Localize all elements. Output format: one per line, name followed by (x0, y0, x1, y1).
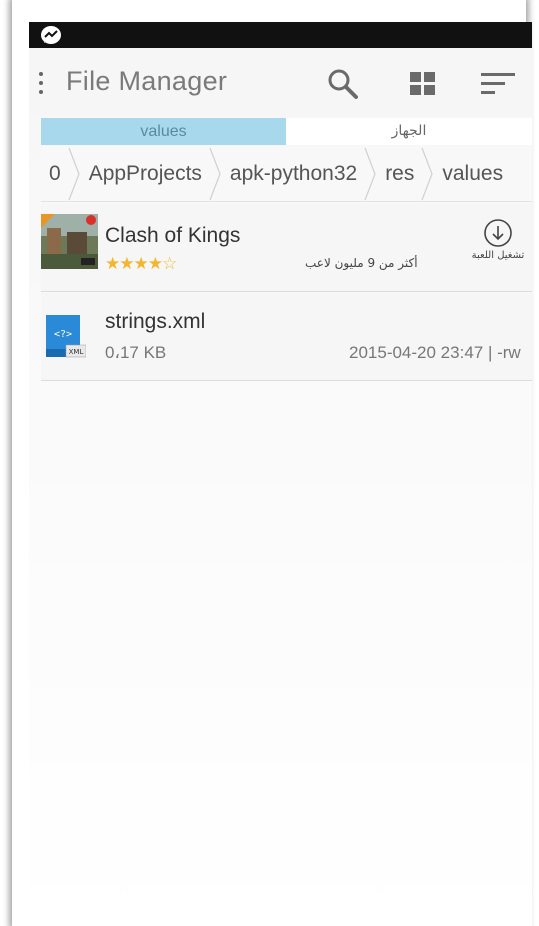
breadcrumb-item-res[interactable]: res (377, 146, 434, 201)
breadcrumb: 0 AppProjects apk-python32 res values (41, 146, 532, 202)
location-tabs: values الجهاز (41, 118, 532, 145)
device-frame: File Manager values الجهاز 0 AppProjects… (12, 0, 532, 926)
rating-stars: ★★★★☆ (105, 254, 177, 274)
tab-values[interactable]: values (41, 118, 286, 145)
svg-text:XML: XML (69, 348, 84, 356)
game-thumbnail (41, 214, 98, 269)
sort-icon[interactable] (481, 66, 517, 102)
file-meta: 2015-04-20 23:47 | -rw (349, 343, 521, 362)
chevron-right-icon (68, 147, 80, 200)
chevron-right-icon (364, 147, 376, 200)
ad-list-item[interactable]: Clash of Kings ★★★★☆ أكثر من 9 مليون لاع… (41, 204, 532, 292)
app-title: File Manager (66, 66, 228, 96)
file-list-item[interactable]: <?> XML strings.xml 0،17 KB 2015-04-20 2… (41, 293, 532, 381)
file-size: 0،17 KB (105, 343, 167, 362)
breadcrumb-item-apk-python32[interactable]: apk-python32 (222, 146, 377, 201)
svg-text:<?>: <?> (54, 329, 72, 340)
breadcrumb-item-values[interactable]: values (434, 146, 509, 201)
breadcrumb-item-root[interactable]: 0 (41, 146, 81, 201)
breadcrumb-label: 0 (49, 161, 61, 185)
search-icon[interactable] (325, 66, 361, 102)
breadcrumb-label: values (442, 161, 504, 185)
file-name: strings.xml (105, 310, 206, 333)
grid-view-icon[interactable] (405, 66, 441, 102)
status-bar (29, 22, 532, 48)
xml-file-icon: <?> XML (46, 315, 86, 358)
play-game-button[interactable]: تشغيل اللعبة (465, 218, 531, 261)
ad-title: Clash of Kings (105, 224, 241, 247)
ad-tagline: أكثر من 9 مليون لاعب (305, 256, 418, 270)
play-game-label: تشغيل اللعبة (471, 250, 525, 261)
breadcrumb-label: AppProjects (88, 161, 202, 185)
chevron-right-icon (209, 147, 221, 200)
phone-screen: File Manager values الجهاز 0 AppProjects… (29, 22, 532, 926)
messenger-icon (41, 26, 61, 44)
breadcrumb-item-appprojects[interactable]: AppProjects (81, 146, 222, 201)
tab-device[interactable]: الجهاز (286, 118, 532, 145)
download-icon (484, 219, 512, 247)
action-bar: File Manager (29, 48, 532, 116)
breadcrumb-label: apk-python32 (229, 161, 358, 185)
chevron-right-icon (421, 147, 434, 200)
overflow-menu-icon[interactable] (37, 72, 45, 94)
breadcrumb-label: res (385, 161, 415, 185)
